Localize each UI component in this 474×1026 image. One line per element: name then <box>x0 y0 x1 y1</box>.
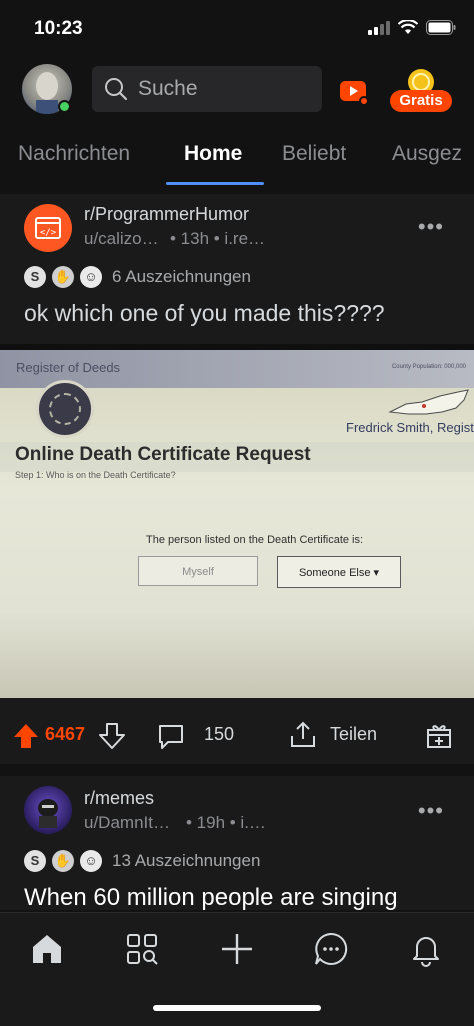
comment-icon[interactable] <box>156 722 186 752</box>
tab-home[interactable]: Home <box>184 142 242 166</box>
share-icon[interactable] <box>288 720 318 750</box>
awards-count: 13 Auszeichnungen <box>112 851 261 870</box>
cellular-signal-icon <box>368 20 390 35</box>
create-post-icon[interactable] <box>219 931 255 967</box>
search-input[interactable]: Suche <box>92 66 322 112</box>
county-seal-icon <box>36 380 94 438</box>
status-icons <box>368 20 456 35</box>
form-title: Online Death Certificate Request <box>15 444 311 465</box>
chat-icon[interactable] <box>313 931 349 967</box>
more-options-icon[interactable]: ••• <box>418 214 444 240</box>
face-award-icon: ☺ <box>80 266 102 288</box>
death-certificate-photo: Register of Deeds County Population: 000… <box>0 350 474 698</box>
comment-count[interactable]: 150 <box>204 724 234 745</box>
status-time: 10:23 <box>34 18 83 39</box>
post-meta: • 19h • i.… <box>186 813 266 832</box>
hands-award-icon: ✋ <box>52 850 74 872</box>
form-step: Step 1: Who is on the Death Certificate? <box>15 470 176 480</box>
tab-beliebt[interactable]: Beliebt <box>282 142 346 166</box>
someone-else-option: Someone Else ▾ <box>277 556 401 588</box>
form-question: The person listed on the Death Certifica… <box>146 534 364 546</box>
myself-option: Myself <box>138 556 258 586</box>
feed-post[interactable]: </> r/ProgrammerHumor u/calizo… • 13h • … <box>0 194 474 764</box>
more-options-icon[interactable]: ••• <box>418 798 444 824</box>
bottom-navigation <box>0 912 474 1026</box>
battery-icon <box>426 20 456 35</box>
awards-row[interactable]: S ✋ ☺ 6 Auszeichnungen <box>24 266 251 288</box>
feed-tabs: Nachrichten Home Beliebt Ausgez <box>0 130 474 186</box>
registrar-name: Fredrick Smith, Registrar <box>346 420 474 435</box>
wifi-icon <box>398 20 418 34</box>
face-award-icon: ☺ <box>80 850 102 872</box>
status-bar: 10:23 <box>0 0 474 56</box>
post-title[interactable]: When 60 million people are singing <box>24 884 454 912</box>
subreddit-avatar[interactable] <box>24 786 72 834</box>
upvote-icon[interactable] <box>12 722 40 750</box>
post-title[interactable]: ok which one of you made this???? <box>24 300 454 327</box>
vote-count: 6467 <box>45 724 86 744</box>
live-video-icon <box>340 81 369 106</box>
tab-nachrichten[interactable]: Nachrichten <box>18 142 130 166</box>
search-placeholder: Suche <box>138 77 198 100</box>
post-author[interactable]: u/DamnIt… <box>84 813 170 833</box>
active-tab-indicator <box>166 182 264 185</box>
awards-row[interactable]: S ✋ ☺ 13 Auszeichnungen <box>24 850 260 872</box>
hands-award-icon: ✋ <box>52 266 74 288</box>
post-image[interactable]: Register of Deeds County Population: 000… <box>0 344 474 698</box>
post-author[interactable]: u/calizo… <box>84 229 159 249</box>
memes-mascot-icon <box>38 799 58 828</box>
free-coins-button[interactable]: Gratis <box>390 68 452 114</box>
subreddit-name[interactable]: r/ProgrammerHumor <box>84 204 249 225</box>
state-map-icon <box>388 389 469 415</box>
award-gift-icon[interactable] <box>424 720 454 750</box>
subreddit-name[interactable]: r/memes <box>84 788 154 809</box>
downvote-icon[interactable] <box>98 722 126 750</box>
post-meta: • 13h • i.re… <box>170 229 266 248</box>
register-text: Register of Deeds <box>16 360 121 375</box>
search-icon <box>105 78 128 101</box>
subreddit-avatar[interactable]: </> <box>24 204 72 252</box>
gratis-badge: Gratis <box>390 90 452 112</box>
notifications-bell-icon[interactable] <box>408 931 444 967</box>
home-indicator <box>153 1005 321 1011</box>
silver-award-icon: S <box>24 850 46 872</box>
county-note: County Population: 000,000 <box>391 364 466 370</box>
feed-post[interactable]: r/memes u/DamnIt… • 19h • i.… ••• S ✋ ☺ … <box>0 776 474 912</box>
awards-count: 6 Auszeichnungen <box>112 267 251 286</box>
top-header: Suche Gratis <box>0 56 474 126</box>
share-button[interactable]: Teilen <box>330 724 377 745</box>
tab-ausgezeichnet[interactable]: Ausgez <box>392 142 462 166</box>
live-video-button[interactable] <box>338 73 372 107</box>
online-status-dot <box>58 100 71 113</box>
home-icon[interactable] <box>29 931 65 967</box>
discover-icon[interactable] <box>124 931 160 967</box>
silver-award-icon: S <box>24 266 46 288</box>
code-window-icon: </> <box>35 217 61 239</box>
post-actions: 6467 150 Teilen <box>0 710 474 760</box>
svg-text:</>: </> <box>40 228 57 238</box>
